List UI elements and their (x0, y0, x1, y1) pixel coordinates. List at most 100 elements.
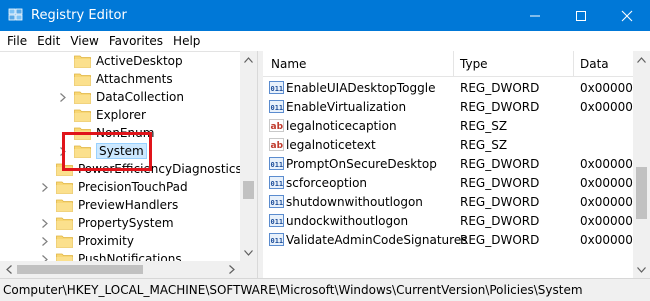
expand-chevron-icon[interactable] (40, 236, 50, 246)
expand-chevron-icon (58, 110, 68, 120)
svg-text:011: 011 (271, 180, 284, 188)
value-name: legalnoticecaption (286, 119, 397, 133)
tree-scroll-down-button[interactable] (240, 244, 257, 261)
expand-chevron-icon (58, 74, 68, 84)
value-name: legalnoticetext (286, 138, 376, 152)
value-type: REG_DWORD (460, 176, 540, 190)
value-type: REG_DWORD (460, 100, 540, 114)
table-row[interactable]: 011undockwithoutlogon REG_DWORD 0x00000000 (263, 211, 633, 230)
tree-scroll-left-button[interactable] (0, 261, 17, 278)
menu-edit[interactable]: Edit (32, 34, 65, 48)
registry-editor-icon (8, 8, 23, 21)
menu-view[interactable]: View (65, 34, 103, 48)
tree-item[interactable]: Attachments (58, 70, 173, 88)
value-data: 0x00000000 (580, 176, 633, 190)
value-name: scforceoption (286, 176, 368, 190)
menu-help[interactable]: Help (168, 34, 205, 48)
value-name: EnableUIADesktopToggle (286, 81, 436, 95)
string-value-icon: ab (269, 137, 284, 152)
column-divider[interactable] (573, 51, 574, 77)
table-row[interactable]: 011 EnableUIADesktopToggle REG_DWORD 0x0000… (263, 78, 633, 97)
column-divider[interactable] (453, 51, 454, 77)
value-type: REG_SZ (460, 119, 508, 133)
value-name: PromptOnSecureDesktop (286, 157, 437, 171)
svg-text:011: 011 (271, 237, 284, 245)
table-row[interactable]: 011 PromptOnSecureDesktop REG_DWORD 0x00000… (263, 154, 633, 173)
tree-item-label: PreviewHandlers (78, 198, 179, 212)
tree-item[interactable]: ActiveDesktop (58, 52, 183, 70)
menu-favorites[interactable]: Favorites (104, 34, 168, 48)
tree-item[interactable]: PropertySystem (40, 214, 174, 232)
value-type: REG_SZ (460, 138, 508, 152)
svg-text:ab: ab (271, 141, 284, 151)
maximize-button[interactable] (558, 0, 604, 31)
value-data: 0x00000000 (580, 81, 633, 95)
expand-chevron-icon[interactable] (40, 218, 50, 228)
table-row[interactable]: 011 ValidateAdminCodeSignatures REG_DWORD 0… (263, 230, 633, 249)
value-type: REG_DWORD (460, 233, 540, 247)
value-data: 0x00000000 (580, 195, 633, 209)
value-name: undockwithoutlogon (286, 214, 409, 228)
tree-item[interactable]: PrecisionTouchPad (40, 178, 188, 196)
table-row[interactable]: 011shutdownwithoutlogon REG_DWORD 0x000000… (263, 192, 633, 211)
table-row[interactable]: ab legalnoticecaption REG_SZ (263, 116, 633, 135)
minimize-icon (530, 15, 540, 16)
chevron-down-icon (244, 249, 253, 256)
list-vertical-scrollbar[interactable] (633, 51, 650, 278)
list-scroll-up-button[interactable] (633, 51, 650, 68)
tree-vertical-scroll-thumb[interactable] (243, 181, 254, 199)
tree-item[interactable]: PreviewHandlers (40, 196, 178, 214)
minimize-button[interactable] (512, 0, 558, 31)
table-row[interactable]: 011scforceoption REG_DWORD 0x00000000 (263, 173, 633, 192)
svg-text:011: 011 (271, 161, 284, 169)
close-button[interactable] (604, 0, 650, 31)
tree-scroll-right-button[interactable] (223, 261, 240, 278)
svg-text:011: 011 (271, 104, 284, 112)
tree-item[interactable]: DataCollection (58, 88, 184, 106)
expand-chevron-icon[interactable] (58, 92, 68, 102)
value-name: shutdownwithoutlogon (286, 195, 423, 209)
title-bar[interactable]: Registry Editor (0, 0, 650, 31)
tree-item-label: ActiveDesktop (96, 54, 183, 68)
tree-scroll-up-button[interactable] (240, 51, 257, 68)
column-header-name[interactable]: Name (271, 57, 306, 71)
value-data: 0x00000000 (580, 100, 633, 114)
scroll-corner (240, 261, 257, 278)
table-row[interactable]: ab legalnoticetext REG_SZ (263, 135, 633, 154)
folder-icon (56, 234, 73, 248)
highlight-box (62, 132, 152, 171)
dword-value-icon: 011 (269, 156, 284, 171)
tree-item[interactable]: Proximity (40, 232, 134, 250)
tree-horizontal-scroll-thumb[interactable] (17, 265, 143, 274)
tree-item[interactable]: Explorer (58, 106, 146, 124)
svg-text:011: 011 (271, 85, 284, 93)
list-vertical-scroll-thumb[interactable] (636, 167, 647, 219)
dword-value-icon: 011 (269, 175, 284, 190)
tree-item-label: PropertySystem (78, 216, 174, 230)
folder-icon (56, 180, 73, 194)
value-type: REG_DWORD (460, 214, 540, 228)
tree-item-label: Attachments (96, 72, 173, 86)
dword-value-icon: 011 (269, 194, 284, 209)
menu-file[interactable]: File (2, 34, 32, 48)
dword-value-icon: 011 (269, 232, 284, 247)
folder-icon (74, 108, 91, 122)
folder-icon (74, 72, 91, 86)
table-row[interactable]: 011EnableVirtualization REG_DWORD 0x000000… (263, 97, 633, 116)
expand-chevron-icon[interactable] (40, 182, 50, 192)
value-type: REG_DWORD (460, 81, 540, 95)
chevron-down-icon (637, 266, 646, 273)
list-scroll-down-button[interactable] (633, 261, 650, 278)
expand-chevron-icon (58, 56, 68, 66)
value-name: EnableVirtualization (286, 100, 407, 114)
column-header-data[interactable]: Data (580, 57, 609, 71)
column-header-type[interactable]: Type (460, 57, 488, 71)
folder-icon (56, 216, 73, 230)
window-title: Registry Editor (31, 8, 127, 23)
value-data: 0x00000000 (580, 214, 633, 228)
dword-value-icon: 011 (269, 80, 284, 95)
list-header: Name Type Data (263, 51, 633, 77)
folder-icon (74, 54, 91, 68)
tree-vertical-scrollbar[interactable] (240, 51, 257, 261)
value-data: 0x00000000 (580, 157, 633, 171)
